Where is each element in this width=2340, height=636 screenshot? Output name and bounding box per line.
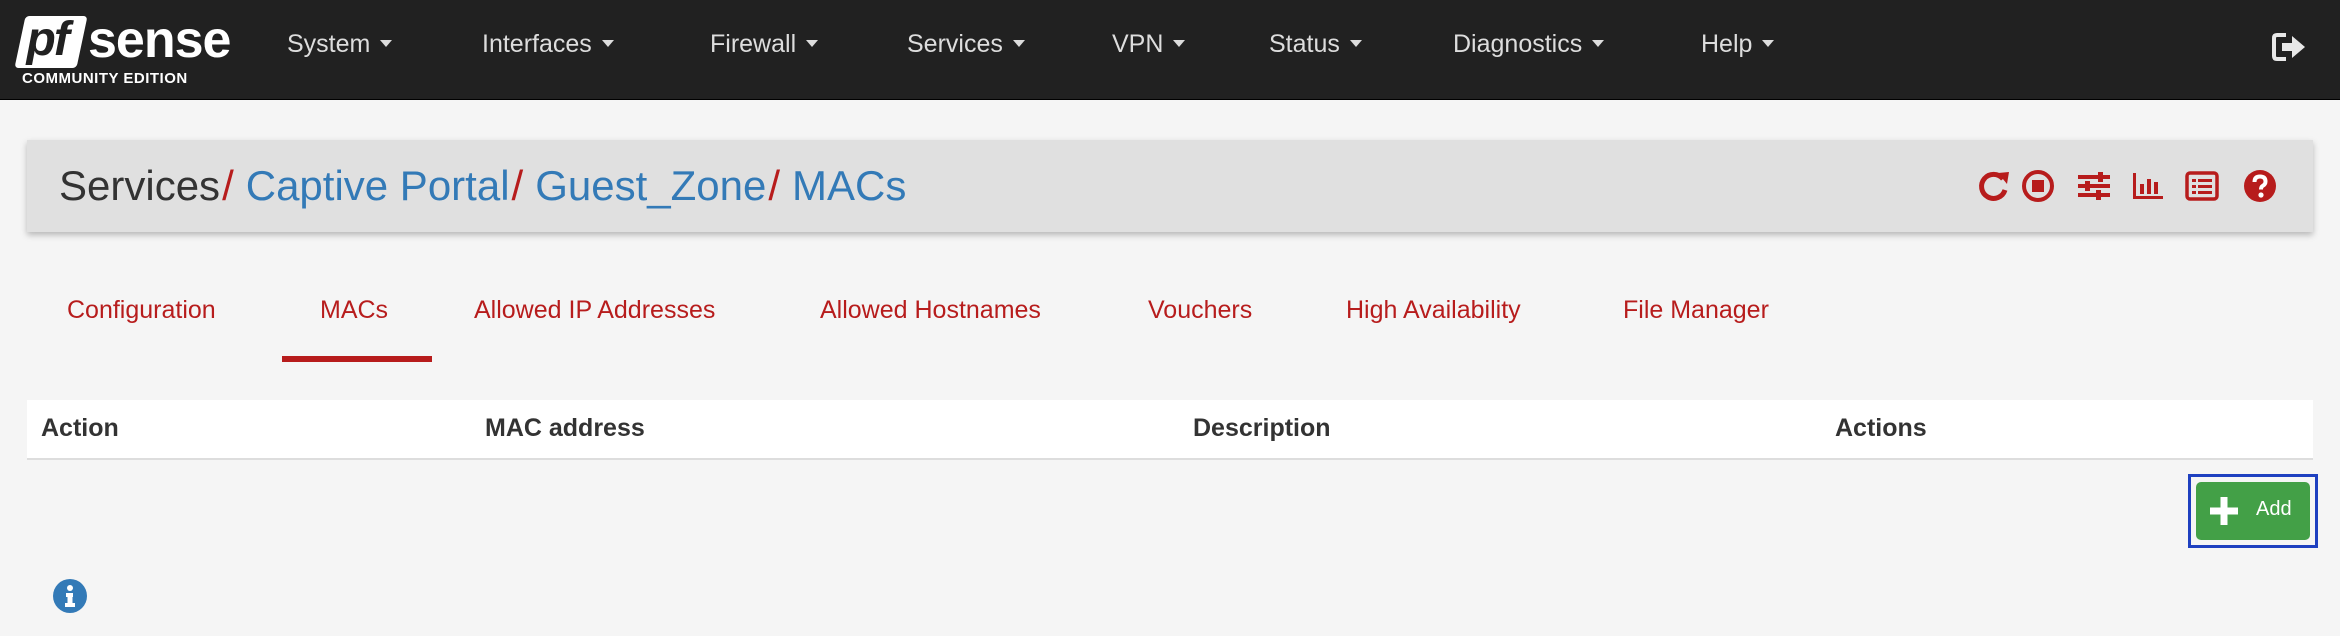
tab-vouchers[interactable]: Vouchers bbox=[1148, 296, 1252, 325]
caret-down-icon bbox=[1012, 39, 1025, 47]
page-header: Services/Captive Portal/Guest_Zone/MACs bbox=[27, 140, 2313, 232]
breadcrumb: Services/Captive Portal/Guest_Zone/MACs bbox=[59, 162, 906, 210]
nav-menu-vpn[interactable]: VPN bbox=[1112, 30, 1186, 64]
breadcrumb-link-guest-zone[interactable]: Guest_Zone bbox=[535, 162, 766, 209]
caret-down-icon bbox=[380, 39, 393, 47]
info-icon[interactable] bbox=[52, 578, 88, 614]
tab-file-manager[interactable]: File Manager bbox=[1623, 296, 1769, 325]
column-header-description: Description bbox=[1193, 414, 1331, 442]
top-navbar: pf sense COMMUNITY EDITION System Interf… bbox=[0, 0, 2340, 100]
tab-configuration[interactable]: Configuration bbox=[67, 296, 216, 325]
tab-allowed-ip-addresses[interactable]: Allowed IP Addresses bbox=[474, 296, 715, 325]
caret-down-icon bbox=[601, 39, 614, 47]
help-icon[interactable] bbox=[2242, 168, 2278, 204]
tab-macs[interactable]: MACs bbox=[320, 296, 388, 325]
breadcrumb-separator: / bbox=[222, 162, 234, 209]
nav-menu-firewall[interactable]: Firewall bbox=[710, 30, 819, 64]
breadcrumb-separator: / bbox=[768, 162, 781, 209]
nav-menu-system[interactable]: System bbox=[287, 30, 393, 64]
nav-menu-services[interactable]: Services bbox=[907, 30, 1025, 64]
nav-menu-interfaces[interactable]: Interfaces bbox=[482, 30, 614, 64]
logo-mark: pf bbox=[14, 13, 88, 68]
list-icon[interactable] bbox=[2184, 168, 2220, 204]
caret-down-icon bbox=[1592, 39, 1605, 47]
settings-sliders-icon[interactable] bbox=[2076, 168, 2112, 204]
breadcrumb-link-macs[interactable]: MACs bbox=[792, 162, 906, 209]
nav-menu-help[interactable]: Help bbox=[1701, 30, 1775, 64]
logo-edition: COMMUNITY EDITION bbox=[22, 70, 188, 87]
stop-icon[interactable] bbox=[2020, 168, 2056, 204]
active-tab-indicator bbox=[282, 356, 432, 362]
nav-menu-diagnostics[interactable]: Diagnostics bbox=[1453, 30, 1605, 64]
caret-down-icon bbox=[1762, 39, 1775, 47]
tab-high-availability[interactable]: High Availability bbox=[1346, 296, 1521, 325]
add-button[interactable]: Add bbox=[2196, 482, 2310, 540]
caret-down-icon bbox=[806, 39, 819, 47]
caret-down-icon bbox=[1173, 39, 1186, 47]
column-header-action: Action bbox=[41, 414, 119, 442]
bar-chart-icon[interactable] bbox=[2130, 168, 2166, 204]
nav-menu-status[interactable]: Status bbox=[1269, 30, 1362, 64]
column-header-mac-address: MAC address bbox=[485, 414, 645, 442]
breadcrumb-root: Services bbox=[59, 162, 221, 209]
pfsense-logo[interactable]: pf sense COMMUNITY EDITION bbox=[14, 11, 231, 92]
breadcrumb-link-captive-portal[interactable]: Captive Portal bbox=[246, 162, 510, 209]
plus-icon bbox=[2210, 497, 2238, 525]
restart-icon[interactable] bbox=[1976, 168, 2012, 204]
macs-table: Action MAC address Description Actions bbox=[27, 400, 2313, 460]
caret-down-icon bbox=[1349, 39, 1362, 47]
tab-allowed-hostnames[interactable]: Allowed Hostnames bbox=[820, 296, 1041, 325]
logo-word: sense bbox=[88, 11, 231, 69]
column-header-actions: Actions bbox=[1835, 414, 1927, 442]
breadcrumb-separator: / bbox=[511, 162, 524, 209]
sign-out-icon[interactable] bbox=[2272, 32, 2306, 62]
add-button-label: Add bbox=[2256, 498, 2292, 520]
